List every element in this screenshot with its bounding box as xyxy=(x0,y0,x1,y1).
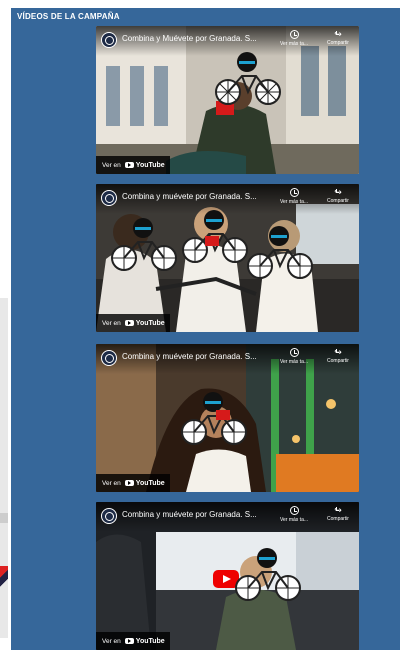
watch-on-label: Ver en xyxy=(102,479,121,487)
watch-on-label: Ver en xyxy=(102,161,121,169)
bike-emoji-icon xyxy=(215,52,281,105)
background-text xyxy=(0,513,8,523)
bike-emoji-icon xyxy=(182,210,248,263)
youtube-logo-icon: YouTube xyxy=(124,479,165,487)
share-label: Compartir xyxy=(327,198,349,204)
platform-label: YouTube xyxy=(135,637,165,645)
video-title[interactable]: Combina y muévete por Granada. S... xyxy=(122,510,257,519)
share-icon: ↪ xyxy=(334,505,342,515)
share-icon: ↪ xyxy=(334,347,342,357)
share-button[interactable]: ↪ Compartir xyxy=(318,29,358,47)
watch-later-button[interactable]: Ver más ta... xyxy=(274,188,314,205)
watch-later-label: Ver más ta... xyxy=(279,359,309,365)
video-title[interactable]: Combina y Muévete por Granada. S... xyxy=(122,34,257,43)
channel-logo-icon[interactable] xyxy=(101,350,117,366)
share-button[interactable]: ↪ Compartir xyxy=(318,347,358,365)
bike-emoji-icon xyxy=(111,218,177,271)
watch-on-youtube-button[interactable]: Ver en YouTube xyxy=(96,474,170,492)
campaign-videos-panel: VÍDEOS DE LA CAMPAÑA Combina y Muévete p… xyxy=(11,8,400,650)
channel-logo-icon[interactable] xyxy=(101,32,117,48)
share-button[interactable]: ↪ Compartir xyxy=(318,505,358,523)
background-logo xyxy=(0,566,8,588)
watch-later-button[interactable]: Ver más ta... xyxy=(274,348,314,365)
share-icon: ↪ xyxy=(334,29,342,39)
clock-icon xyxy=(289,348,299,357)
watch-on-youtube-button[interactable]: Ver en YouTube xyxy=(96,156,170,174)
platform-label: YouTube xyxy=(135,319,165,327)
share-icon: ↪ xyxy=(334,187,342,197)
watch-on-youtube-button[interactable]: Ver en YouTube xyxy=(96,632,170,650)
background-page-edge xyxy=(0,298,8,638)
clock-icon xyxy=(289,188,299,197)
watch-later-label: Ver más ta... xyxy=(279,199,309,205)
watch-on-youtube-button[interactable]: Ver en YouTube xyxy=(96,314,170,332)
platform-label: YouTube xyxy=(135,161,165,169)
video-title[interactable]: Combina y muévete por Granada. S... xyxy=(122,192,257,201)
share-label: Compartir xyxy=(327,40,349,46)
bike-emoji-icon xyxy=(235,548,301,601)
panel-title: VÍDEOS DE LA CAMPAÑA xyxy=(17,12,120,21)
platform-label: YouTube xyxy=(135,479,165,487)
share-button[interactable]: ↪ Compartir xyxy=(318,187,358,205)
page: VÍDEOS DE LA CAMPAÑA Combina y Muévete p… xyxy=(0,0,403,650)
channel-logo-icon[interactable] xyxy=(101,508,117,524)
youtube-logo-icon: YouTube xyxy=(124,161,165,169)
youtube-logo-icon: YouTube xyxy=(124,319,165,327)
watch-later-button[interactable]: Ver más ta... xyxy=(274,30,314,47)
clock-icon xyxy=(289,30,299,39)
share-label: Compartir xyxy=(327,358,349,364)
youtube-logo-icon: YouTube xyxy=(124,637,165,645)
video-player-2[interactable]: Combina y muévete por Granada. S... Ver … xyxy=(96,184,359,332)
watch-later-label: Ver más ta... xyxy=(279,41,309,47)
bike-emoji-icon xyxy=(247,226,313,279)
watch-later-label: Ver más ta... xyxy=(279,517,309,523)
watch-on-label: Ver en xyxy=(102,319,121,327)
share-label: Compartir xyxy=(327,516,349,522)
video-player-3[interactable]: Combina y muévete por Granada. S... Ver … xyxy=(96,344,359,492)
watch-later-button[interactable]: Ver más ta... xyxy=(274,506,314,523)
clock-icon xyxy=(289,506,299,515)
video-player-4[interactable]: Combina y muévete por Granada. S... Ver … xyxy=(96,502,359,650)
video-title[interactable]: Combina y muévete por Granada. S... xyxy=(122,352,257,361)
watch-on-label: Ver en xyxy=(102,637,121,645)
video-player-1[interactable]: Combina y Muévete por Granada. S... Ver … xyxy=(96,26,359,174)
channel-logo-icon[interactable] xyxy=(101,190,117,206)
bike-emoji-icon xyxy=(181,392,247,445)
